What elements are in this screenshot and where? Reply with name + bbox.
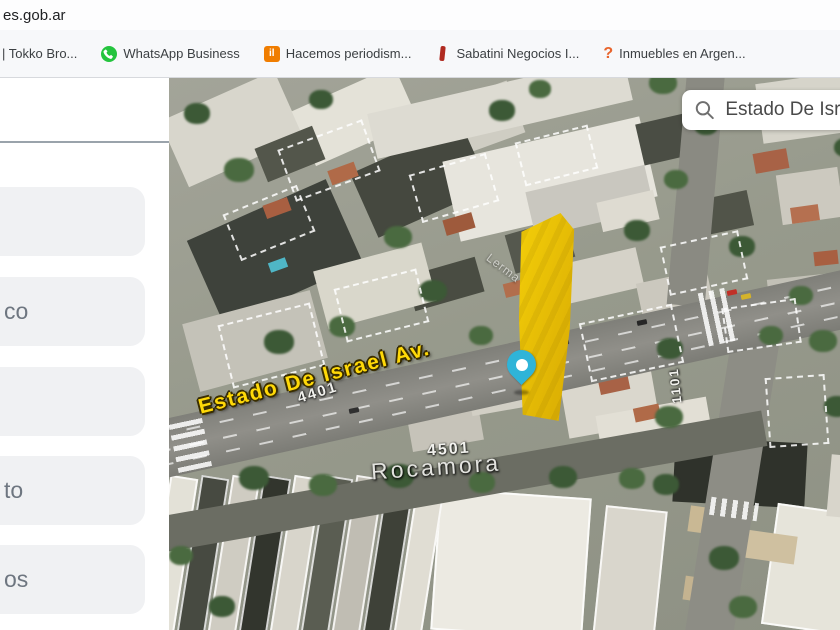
map-search-value: Estado De Israe: [725, 99, 840, 121]
bookmark-tokko[interactable]: | Tokko Bro...: [2, 46, 77, 61]
address-bar[interactable]: es.gob.ar: [0, 0, 840, 30]
bookmark-label: Sabatini Negocios I...: [456, 46, 579, 61]
location-pin[interactable]: [505, 350, 537, 392]
street-number-1101: 1101: [666, 367, 685, 405]
sidebar-item-4[interactable]: to: [0, 456, 145, 525]
search-icon: [695, 100, 714, 120]
address-url[interactable]: es.gob.ar: [3, 7, 66, 24]
bookmarks-bar: | Tokko Bro... WhatsApp Business il Hace…: [0, 30, 840, 78]
sidebar-item-5[interactable]: os: [0, 545, 145, 614]
bookmark-label: | Tokko Bro...: [2, 46, 77, 61]
sidebar-item-3[interactable]: [0, 367, 145, 436]
news-icon: il: [264, 46, 280, 62]
sidebar: co to os: [0, 78, 169, 630]
whatsapp-icon: [101, 46, 117, 62]
sidebar-item-1[interactable]: [0, 187, 145, 256]
map-canvas[interactable]: 4401 Estado De Israel Av. 4501 Rocamora …: [169, 78, 840, 630]
bookmark-label: WhatsApp Business: [123, 46, 239, 61]
bookmark-label: Hacemos periodism...: [286, 46, 412, 61]
question-pin-icon: ?: [603, 46, 613, 62]
bookmark-sabatini[interactable]: Sabatini Negocios I...: [435, 46, 579, 61]
browser-window: es.gob.ar | Tokko Bro... WhatsApp Busine…: [0, 0, 840, 630]
map-search-box[interactable]: Estado De Israe: [682, 90, 840, 130]
bookmark-whatsapp[interactable]: WhatsApp Business: [101, 46, 239, 62]
bookmark-inmuebles[interactable]: ? Inmuebles en Argen...: [603, 46, 745, 62]
sidebar-item-2[interactable]: co: [0, 277, 145, 346]
bookmark-hacemos[interactable]: il Hacemos periodism...: [264, 46, 412, 62]
sidebar-divider: [0, 141, 169, 143]
red-mark-icon: [440, 46, 447, 61]
bookmark-label: Inmuebles en Argen...: [619, 46, 745, 61]
